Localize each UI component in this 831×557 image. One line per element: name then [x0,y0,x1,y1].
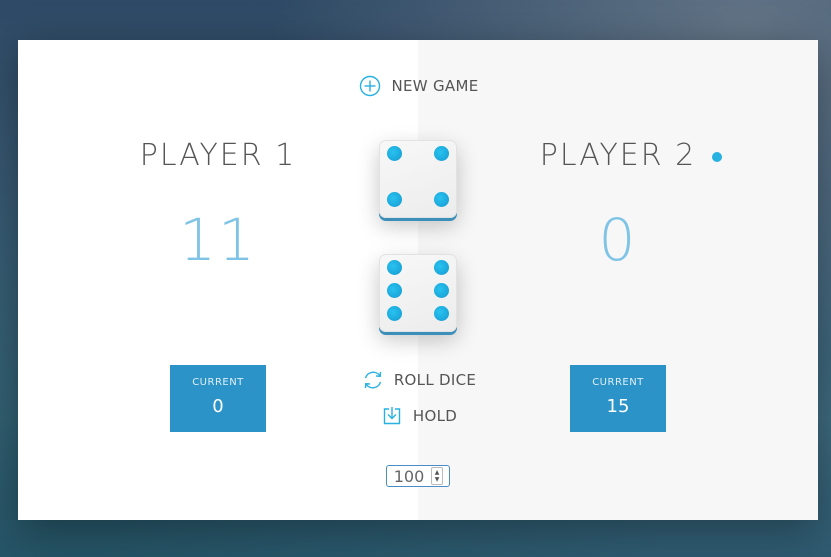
dice-1 [379,140,457,218]
player-1-name: PLAYER 1 [139,138,297,173]
new-game-button[interactable]: NEW GAME [18,74,818,98]
number-spinner-icon[interactable]: ▲ ▼ [431,467,443,485]
hold-button[interactable]: HOLD [18,404,818,428]
player-1-panel: PLAYER 1 11 CURRENT 0 [18,40,418,520]
dice-pip [387,192,402,207]
winning-score-field[interactable]: ▲▼ [386,465,450,487]
dice-pip [434,306,449,321]
roll-dice-label: ROLL DICE [393,371,477,389]
dice-2 [379,254,457,332]
active-player-indicator [712,152,722,162]
dice-pip [387,306,402,321]
dice-pip [434,283,449,298]
dice-pip [387,283,402,298]
dice-pip [387,146,402,161]
dice-pip [434,260,449,275]
roll-dice-button[interactable]: ROLL DICE [18,368,818,392]
dice-pip [387,260,402,275]
hold-label: HOLD [412,407,458,425]
winning-score-input[interactable] [387,466,431,486]
new-game-label: NEW GAME [391,77,479,95]
refresh-icon [360,368,386,392]
dice-pip [434,146,449,161]
player-2-name: PLAYER 2 [539,138,697,173]
player-2-score: 0 [598,206,638,274]
game-board: PLAYER 1 11 CURRENT 0 PLAYER 2 0 CURRENT… [18,40,818,520]
player-1-score: 11 [179,206,257,274]
download-icon [379,404,405,428]
plus-circle-icon [357,74,383,98]
dice-pip [434,192,449,207]
player-2-panel: PLAYER 2 0 CURRENT 15 [418,40,818,520]
